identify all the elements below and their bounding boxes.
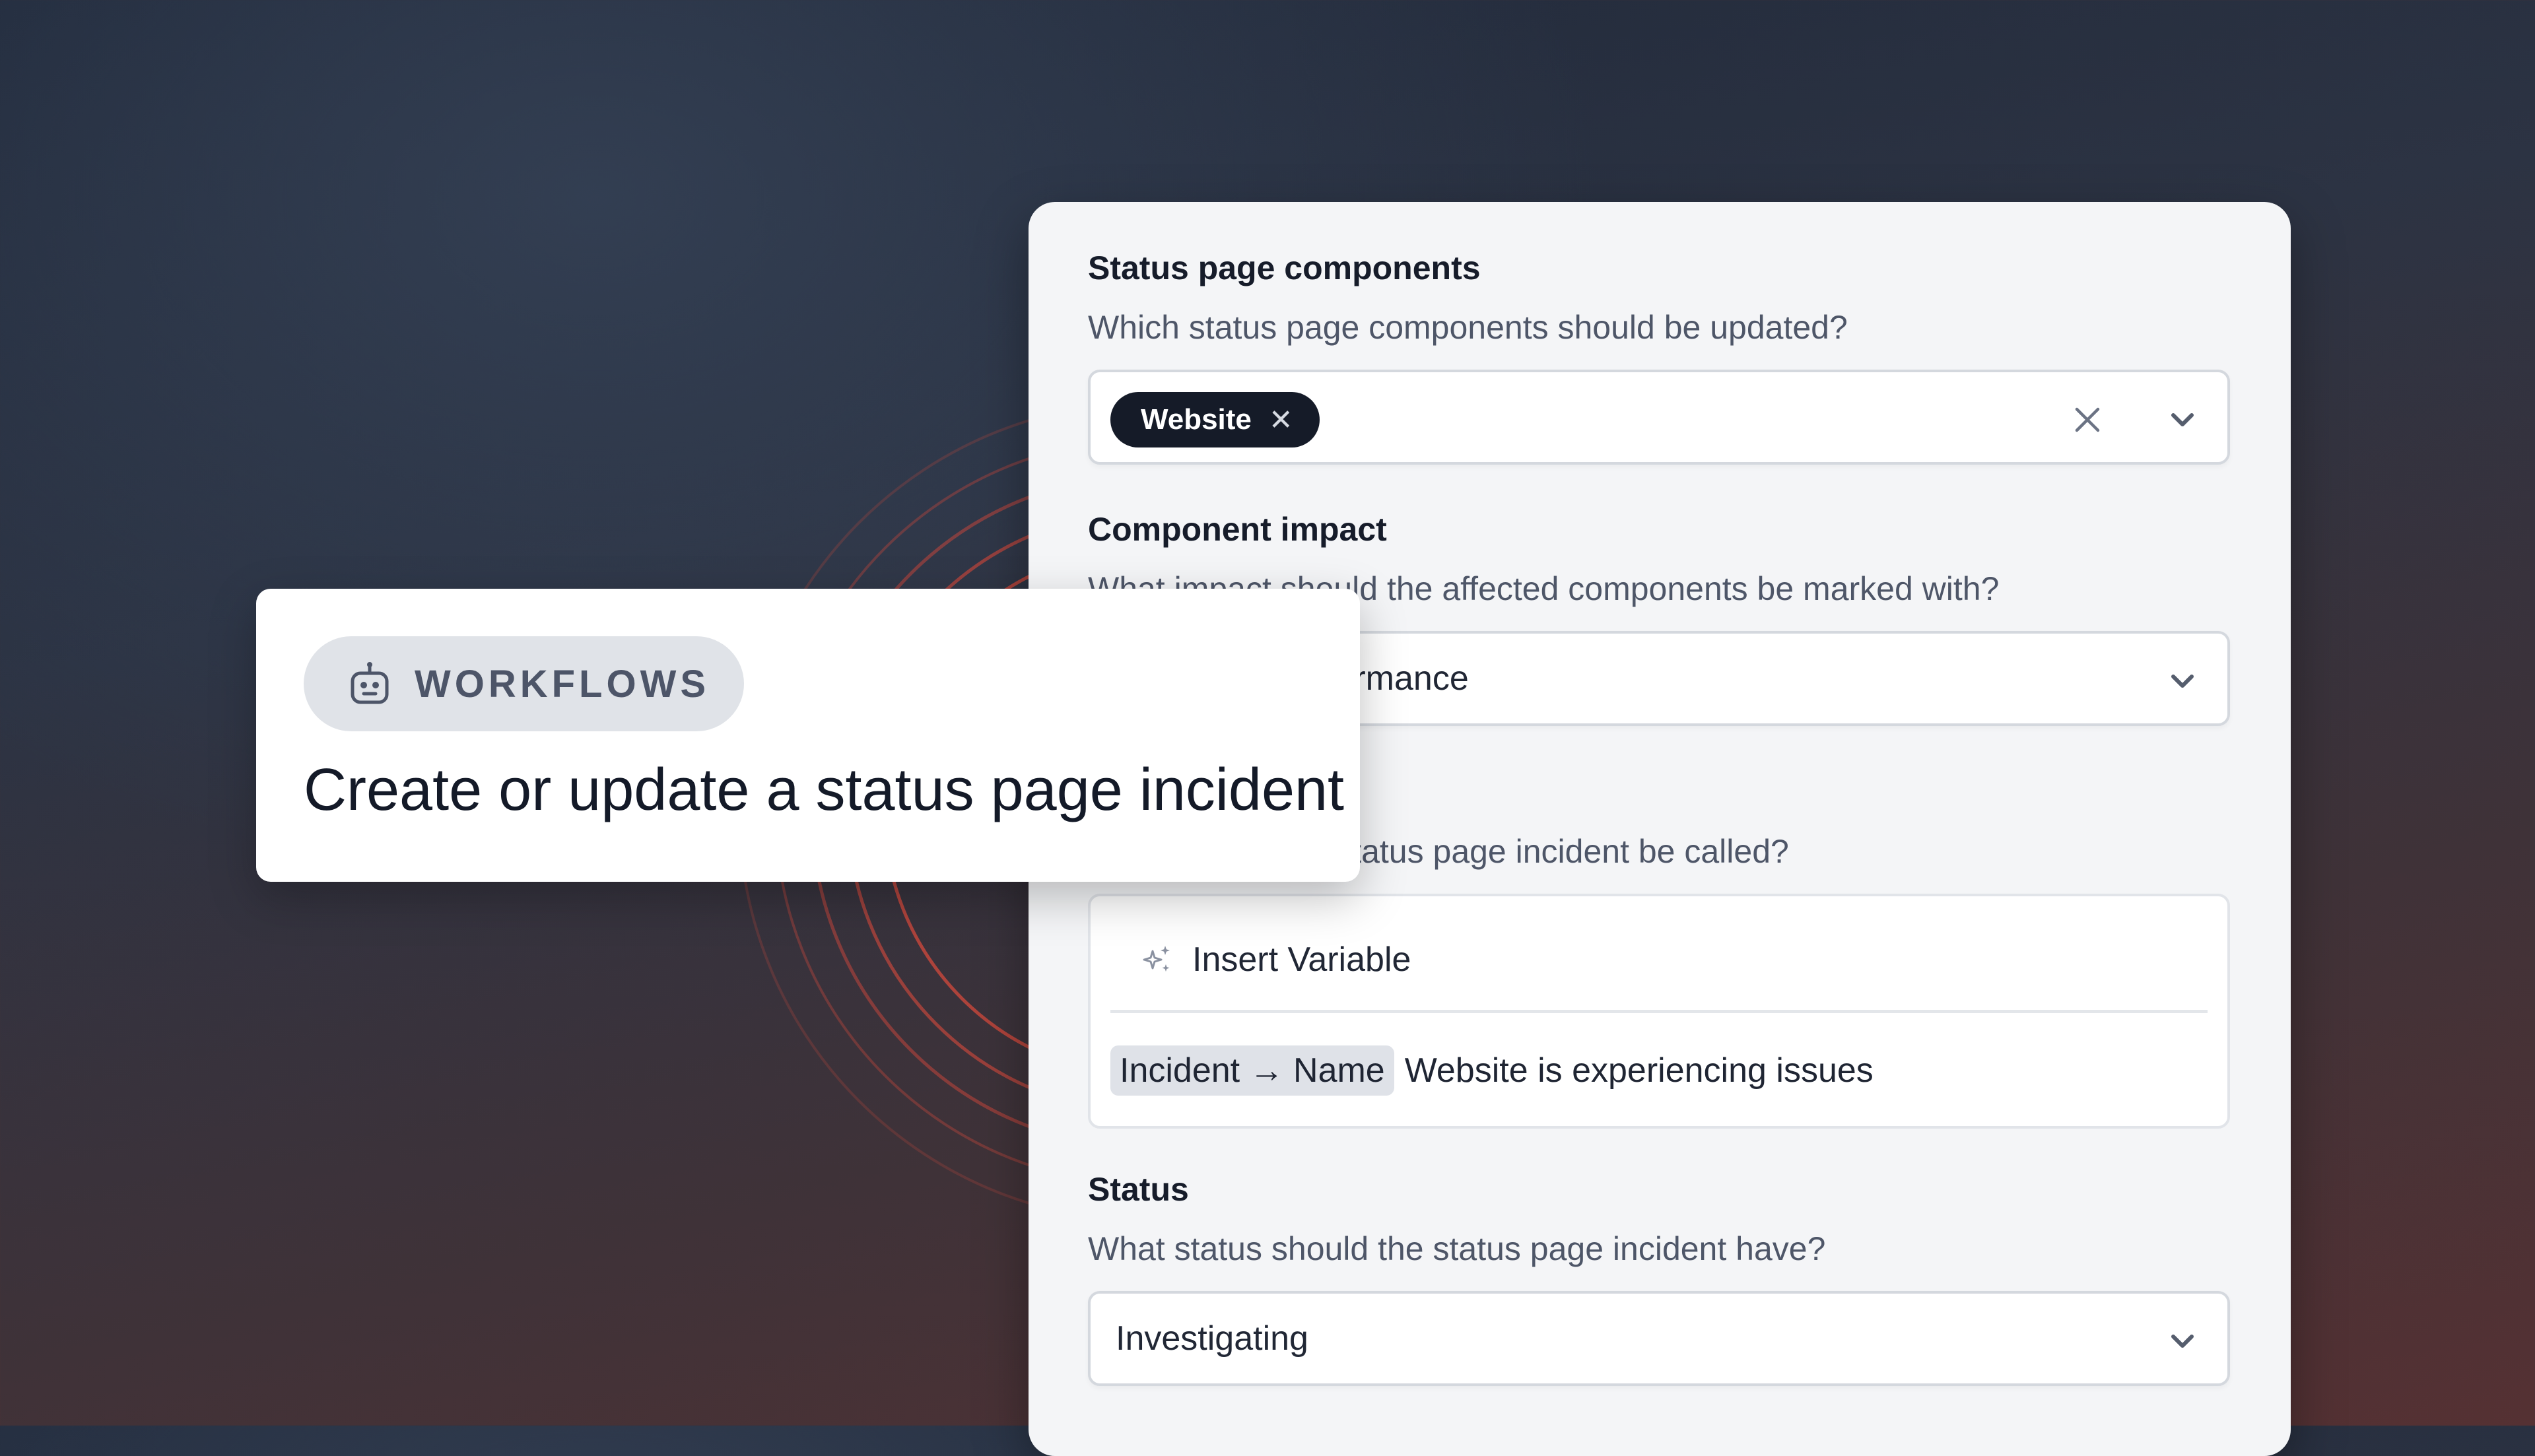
chevron-down-icon[interactable] <box>2169 409 2196 430</box>
insert-variable-button[interactable]: Insert Variable <box>1141 940 1411 979</box>
components-multiselect[interactable]: Website ✕ <box>1088 370 2230 465</box>
status-value: Investigating <box>1116 1319 1308 1358</box>
status-field: Status What status should the status pag… <box>1088 1170 2230 1386</box>
chevron-down-icon[interactable] <box>2169 1331 2196 1352</box>
editor-text: Website is experiencing issues <box>1404 1051 1874 1090</box>
insert-variable-label: Insert Variable <box>1192 941 1411 979</box>
robot-icon <box>351 662 389 704</box>
status-select[interactable]: Investigating <box>1088 1291 2230 1386</box>
workflow-card: WORKFLOWS Create or update a status page… <box>256 589 1360 882</box>
chevron-down-icon[interactable] <box>2169 671 2196 692</box>
components-help: Which status page components should be u… <box>1088 309 1848 346</box>
card-title: Create or update a status page incident <box>304 757 1345 823</box>
chip-remove-icon[interactable]: ✕ <box>1269 403 1293 437</box>
selected-component-chip: Website ✕ <box>1110 392 1320 447</box>
editor-divider <box>1110 1010 2208 1013</box>
components-label: Status page components <box>1088 249 1481 286</box>
sparkles-icon <box>1143 946 1170 972</box>
editor-content[interactable]: Incident → Name Website is experiencing … <box>1110 1045 1874 1096</box>
status-label: Status <box>1088 1171 1189 1208</box>
components-field: Status page components Which status page… <box>1088 248 2230 465</box>
variable-pill[interactable]: Incident → Name <box>1110 1045 1394 1096</box>
status-help: What status should the status page incid… <box>1088 1230 1826 1267</box>
incident-name-editor[interactable]: Insert Variable Incident → Name Website … <box>1088 894 2230 1129</box>
close-icon[interactable] <box>2073 405 2102 434</box>
workflows-badge: WORKFLOWS <box>304 636 745 731</box>
impact-label: Component impact <box>1088 511 1387 548</box>
badge-label: WORKFLOWS <box>415 662 710 706</box>
chip-label: Website <box>1141 403 1252 436</box>
